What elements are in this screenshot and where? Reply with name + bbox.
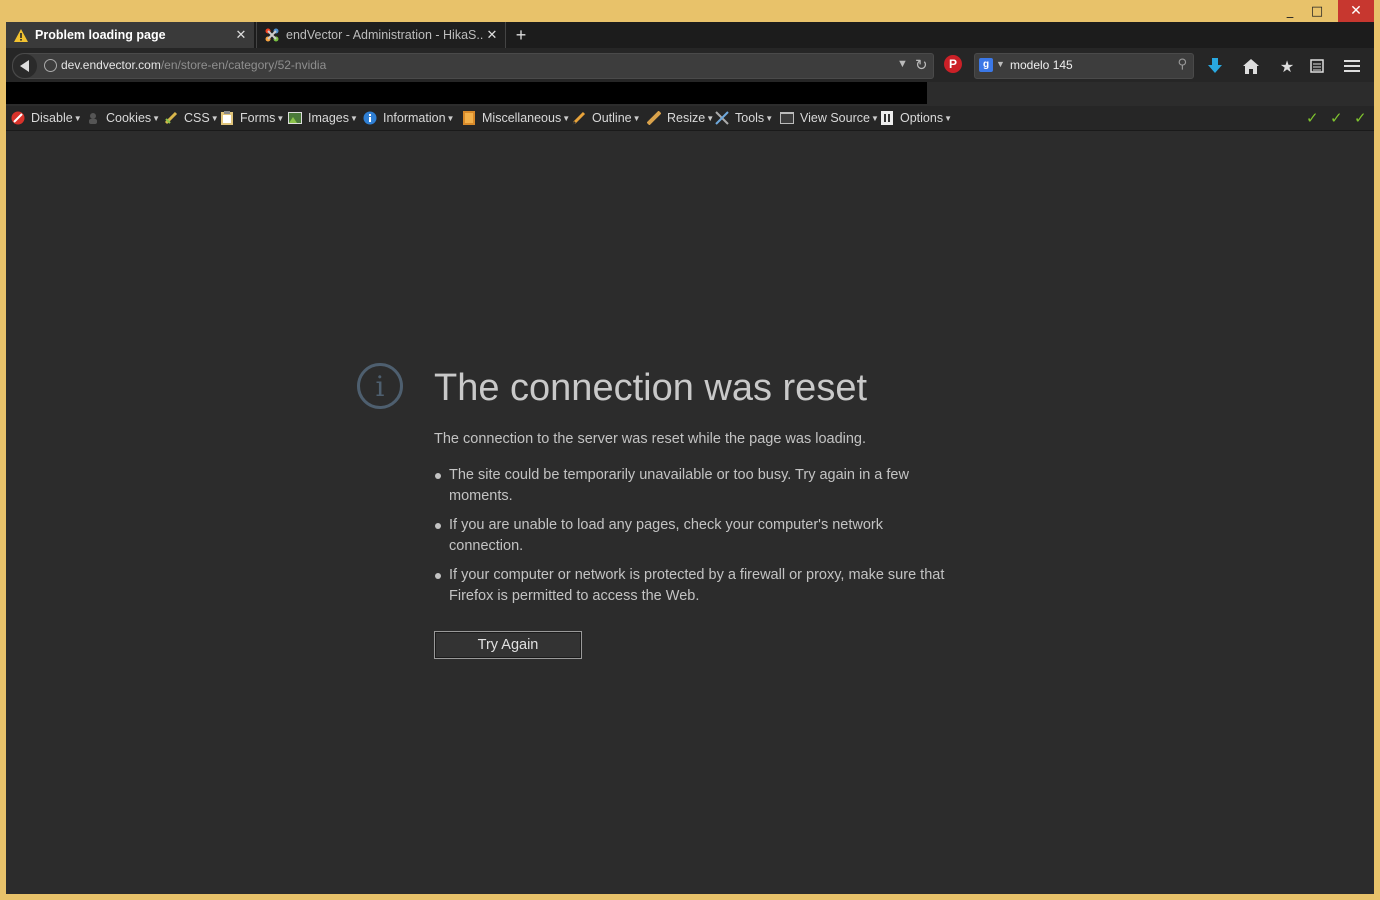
search-engine-dropdown-icon[interactable]: ▼ — [996, 59, 1005, 69]
dev-menu-images[interactable]: Images ▼ — [288, 109, 358, 127]
url-text[interactable]: dev.endvector.com/en/store-en/category/5… — [61, 58, 326, 72]
dev-menu-label: Information — [383, 111, 446, 125]
search-bar[interactable]: g ▼ modelo 145 ⚲ — [974, 53, 1194, 79]
browser-window: Problem loading page ✕ endVector - Admin… — [6, 22, 1374, 894]
tab-problem-loading[interactable]: Problem loading page ✕ — [6, 22, 254, 48]
view-source-icon — [780, 111, 794, 125]
tools-icon — [715, 111, 729, 125]
suggestion-item: If your computer or network is protected… — [434, 565, 954, 607]
dev-menu-miscellaneous[interactable]: Miscellaneous ▼ — [462, 109, 570, 127]
dev-menu-outline[interactable]: Outline ▼ — [572, 109, 641, 127]
maximize-button[interactable]: □ — [1303, 0, 1331, 22]
dev-menu-label: Images — [308, 111, 349, 125]
validation-check-icon[interactable]: ✓ — [1306, 109, 1319, 127]
dev-menu-resize[interactable]: Resize ▼ — [647, 109, 714, 127]
dev-menu-label: View Source — [800, 111, 870, 125]
dev-menu-css[interactable]: CSS ▼ — [164, 109, 219, 127]
navigation-bar: dev.endvector.com/en/store-en/category/5… — [6, 48, 1374, 82]
tab-endvector-admin[interactable]: endVector - Administration - HikaS... ✕ — [256, 22, 506, 48]
css-icon — [164, 111, 178, 125]
close-tab-icon[interactable]: ✕ — [232, 27, 250, 43]
dev-menu-label: Options — [900, 111, 944, 125]
tab-bar: Problem loading page ✕ endVector - Admin… — [6, 22, 1374, 48]
google-icon[interactable]: g — [979, 58, 993, 72]
dev-menu-view-source[interactable]: View Source ▼ — [780, 109, 879, 127]
try-again-button[interactable]: Try Again — [434, 631, 582, 659]
minimize-button[interactable]: _ — [1276, 0, 1304, 22]
dev-menu-information[interactable]: Information ▼ — [363, 109, 454, 127]
site-identity-icon[interactable] — [44, 59, 57, 72]
close-tab-icon[interactable]: ✕ — [483, 27, 501, 43]
forms-icon — [220, 111, 234, 125]
home-icon[interactable] — [1240, 55, 1262, 77]
info-icon: i — [357, 363, 403, 409]
warning-icon — [13, 27, 29, 43]
redacted-strip — [6, 82, 927, 104]
error-title: The connection was reset — [434, 367, 868, 409]
new-tab-button[interactable]: + — [510, 24, 532, 46]
dev-menu-label: Miscellaneous — [482, 111, 562, 125]
bookmark-star-icon[interactable]: ★ — [1276, 55, 1298, 77]
validation-check-icon[interactable]: ✓ — [1330, 109, 1343, 127]
dev-menu-label: Cookies — [106, 111, 152, 125]
back-arrow-icon — [20, 60, 29, 72]
suggestion-item: If you are unable to load any pages, che… — [434, 515, 954, 557]
error-description: The connection to the server was reset w… — [434, 431, 867, 447]
disable-icon — [11, 111, 25, 125]
validation-check-icon[interactable]: ✓ — [1354, 109, 1367, 127]
download-icon[interactable] — [1204, 55, 1226, 77]
options-icon — [880, 111, 894, 125]
back-button[interactable] — [13, 54, 37, 78]
suggestion-item: The site could be temporarily unavailabl… — [434, 465, 954, 507]
reading-list-icon[interactable] — [1306, 55, 1328, 77]
pinterest-icon[interactable]: P — [944, 55, 962, 73]
web-developer-toolbar: Disable ▼ Cookies ▼ CSS ▼ Forms ▼ Images ▼ In… — [6, 106, 1374, 131]
search-icon[interactable]: ⚲ — [1177, 57, 1187, 72]
dev-menu-cookies[interactable]: Cookies ▼ — [86, 109, 160, 127]
url-dropdown-icon[interactable]: ▼ — [897, 58, 908, 70]
url-path: /en/store-en/category/52-nvidia — [160, 58, 327, 72]
dev-menu-label: Resize — [667, 111, 706, 125]
images-icon — [288, 111, 302, 125]
information-icon — [363, 111, 377, 125]
search-input[interactable]: modelo 145 — [1010, 58, 1073, 72]
reload-icon[interactable]: ↻ — [915, 56, 928, 74]
dev-menu-label: Outline — [592, 111, 632, 125]
joomla-icon — [264, 27, 280, 43]
dev-menu-label: Forms — [240, 111, 276, 125]
close-window-button[interactable]: ✕ — [1338, 0, 1374, 22]
url-bar[interactable]: dev.endvector.com/en/store-en/category/5… — [12, 53, 934, 79]
resize-icon — [647, 111, 661, 125]
dev-menu-tools[interactable]: Tools ▼ — [715, 109, 773, 127]
dev-menu-disable[interactable]: Disable ▼ — [11, 109, 82, 127]
dev-menu-options[interactable]: Options ▼ — [880, 109, 952, 127]
error-suggestions: The site could be temporarily unavailabl… — [434, 465, 954, 615]
url-host: dev.endvector.com — [61, 58, 161, 72]
tab-label: endVector - Administration - HikaS... — [286, 28, 483, 42]
dev-menu-forms[interactable]: Forms ▼ — [220, 109, 284, 127]
outline-icon — [572, 111, 586, 125]
tab-label: Problem loading page — [35, 28, 166, 42]
dev-menu-label: CSS — [184, 111, 210, 125]
menu-icon[interactable] — [1341, 55, 1363, 77]
error-page: i The connection was reset The connectio… — [6, 131, 1374, 894]
dev-menu-label: Disable — [31, 111, 73, 125]
dev-menu-label: Tools — [735, 111, 765, 125]
miscellaneous-icon — [462, 111, 476, 125]
cookies-icon — [86, 111, 100, 125]
